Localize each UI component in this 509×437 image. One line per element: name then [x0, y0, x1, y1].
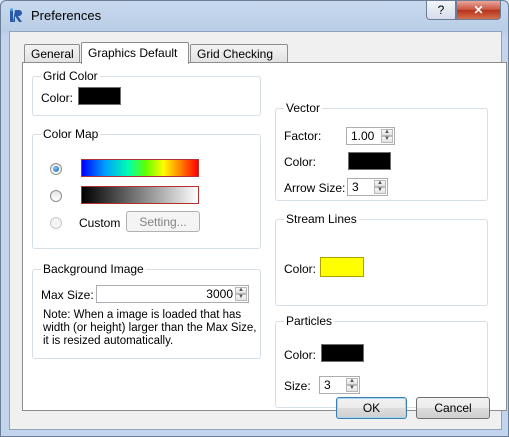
stream-lines-title: Stream Lines [284, 212, 359, 226]
max-size-value: 3000 [206, 287, 233, 301]
vector-color-swatch[interactable] [348, 152, 391, 170]
particles-color-label: Color: [284, 348, 317, 362]
background-image-title: Background Image [41, 262, 146, 276]
close-icon: ✕ [473, 3, 484, 17]
chevron-down-icon[interactable]: ▼ [346, 385, 358, 392]
grayscale-colormap-radio[interactable] [50, 190, 62, 202]
graphics-default-panel: Grid Color Color: Color Map Custom Setti… [22, 62, 507, 411]
tab-grid-checking[interactable]: Grid Checking [190, 44, 288, 62]
grid-color-label: Color: [41, 91, 74, 105]
ok-button[interactable]: OK [336, 397, 407, 419]
particles-size-stepper[interactable]: 3 ▲ ▼ [319, 376, 360, 394]
particles-size-value: 3 [324, 378, 331, 392]
factor-stepper[interactable]: 1.00 ▲ ▼ [346, 127, 395, 145]
stream-lines-group: Stream Lines Color: [275, 212, 488, 306]
arrow-size-arrows[interactable]: ▲ ▼ [374, 180, 386, 194]
help-icon: ? [437, 3, 445, 17]
cancel-button[interactable]: Cancel [416, 397, 490, 419]
color-map-title: Color Map [41, 127, 101, 141]
resize-note: Note: When a image is loaded that has wi… [43, 309, 257, 347]
arrow-size-value: 3 [352, 180, 359, 194]
grid-color-swatch[interactable] [78, 87, 121, 105]
chevron-up-icon[interactable]: ▲ [346, 378, 358, 385]
factor-arrows[interactable]: ▲ ▼ [381, 129, 393, 143]
app-icon [10, 8, 22, 22]
arrow-size-stepper[interactable]: 3 ▲ ▼ [347, 178, 388, 196]
color-map-group: Color Map Custom Setting... [32, 127, 261, 249]
vector-group: Vector Factor: 1.00 ▲ ▼ Color: Arrow Siz… [275, 101, 488, 201]
title-bar: Preferences ? ✕ [1, 1, 508, 31]
max-size-stepper[interactable]: 3000 ▲ ▼ [96, 285, 249, 303]
help-button[interactable]: ? [426, 1, 456, 20]
grayscale-gradient-preview [81, 186, 199, 204]
chevron-up-icon[interactable]: ▲ [381, 129, 393, 136]
rainbow-gradient-preview [81, 159, 199, 177]
arrow-size-label: Arrow Size: [284, 181, 346, 195]
chevron-up-icon[interactable]: ▲ [374, 180, 386, 187]
tab-graphics-default[interactable]: Graphics Default [81, 42, 189, 64]
factor-label: Factor: [284, 129, 322, 143]
custom-colormap-radio[interactable] [50, 217, 62, 229]
preferences-dialog: Preferences ? ✕ General Graphics Default… [0, 0, 509, 437]
tab-general[interactable]: General [24, 44, 80, 62]
max-size-label: Max Size: [41, 288, 94, 302]
dialog-body: General Graphics Default Grid Checking G… [9, 31, 507, 430]
particles-size-arrows[interactable]: ▲ ▼ [346, 378, 358, 392]
chevron-down-icon[interactable]: ▼ [235, 294, 247, 301]
window-title: Preferences [31, 8, 102, 23]
stream-lines-color-label: Color: [284, 262, 317, 276]
grid-color-title: Grid Color [41, 69, 100, 83]
particles-title: Particles [284, 314, 335, 328]
chevron-down-icon[interactable]: ▼ [374, 187, 386, 194]
particles-size-label: Size: [284, 379, 311, 393]
factor-value: 1.00 [351, 129, 375, 143]
particles-color-swatch[interactable] [321, 344, 364, 362]
max-size-arrows[interactable]: ▲ ▼ [235, 287, 247, 301]
vector-title: Vector [284, 101, 323, 115]
rainbow-colormap-radio[interactable] [50, 163, 62, 175]
background-image-group: Background Image Max Size: 3000 ▲ ▼ Note… [32, 262, 261, 359]
grid-color-group: Grid Color Color: [32, 69, 261, 116]
close-button[interactable]: ✕ [456, 1, 501, 20]
stream-lines-color-swatch[interactable] [320, 257, 364, 277]
custom-colormap-label: Custom [79, 216, 121, 230]
chevron-up-icon[interactable]: ▲ [235, 287, 247, 294]
particles-group: Particles Color: Size: 3 ▲ ▼ [275, 314, 488, 408]
vector-color-label: Color: [284, 155, 317, 169]
chevron-down-icon[interactable]: ▼ [381, 136, 393, 143]
setting-button[interactable]: Setting... [126, 211, 200, 232]
